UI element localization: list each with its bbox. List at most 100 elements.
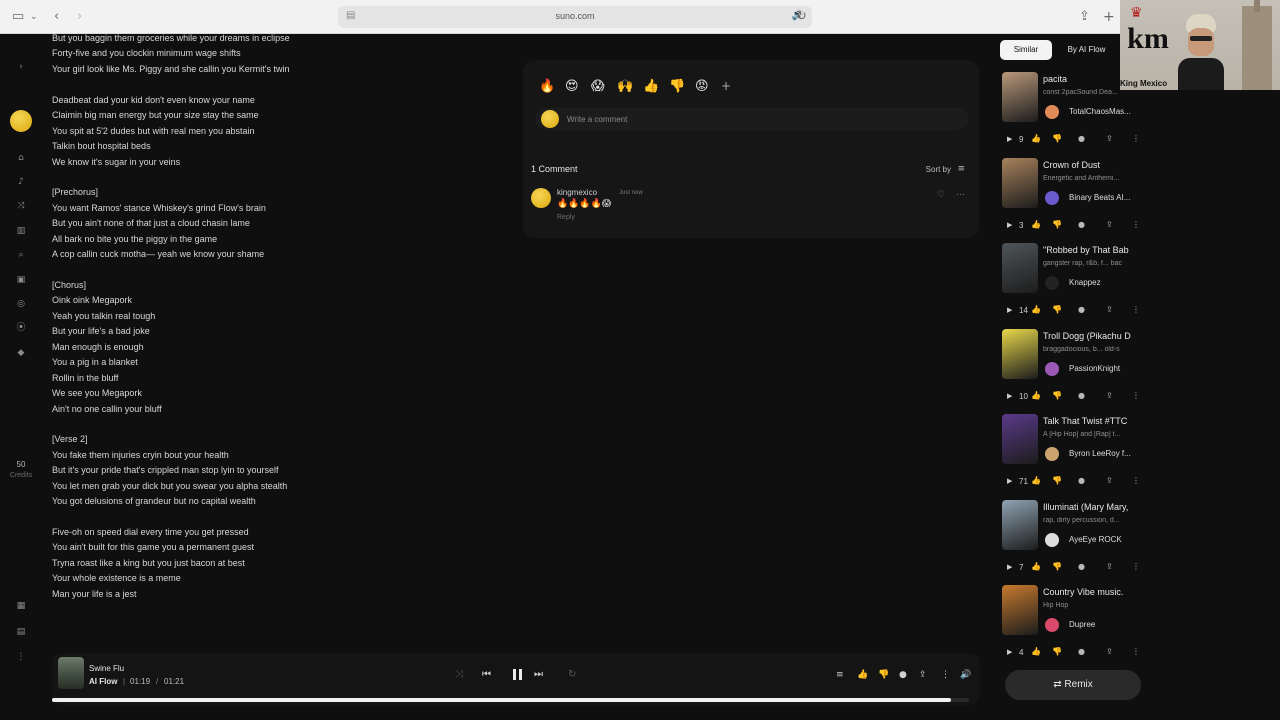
like-icon[interactable]: 👍 [1031,647,1041,656]
queue-icon[interactable]: ≡ [836,669,844,681]
avatar[interactable] [1045,191,1059,205]
more-icon[interactable]: ⋮ [1132,647,1140,656]
avatar[interactable] [1045,105,1059,119]
dislike-icon[interactable]: 👎 [1052,476,1062,485]
song-cover[interactable] [1002,500,1038,550]
gift-icon[interactable]: ▦ [14,599,28,613]
create-icon[interactable]: ♪ [14,175,28,189]
notifications-icon[interactable]: ◆ [14,346,28,360]
document-icon[interactable]: ▤ [14,625,28,639]
song-title[interactable]: Troll Dogg (Pikachu D [1043,331,1148,341]
share-icon[interactable]: ⇪ [1106,134,1113,143]
next-icon[interactable]: ⏭ [534,668,543,682]
avatar[interactable] [1045,447,1059,461]
shuffle-icon[interactable]: ⤨ [455,668,463,682]
share-icon[interactable]: ⇪ [1106,391,1113,400]
song-card[interactable]: Talk That Twist #TTC A [Hip Hop] and [Rap… [1002,414,1148,500]
comment-icon[interactable]: ● [1078,562,1085,571]
song-card[interactable]: Illuminati (Mary Mary, rap, dirty percuss… [1002,500,1148,586]
dislike-icon[interactable]: 👎 [1052,134,1062,143]
like-icon[interactable]: 👍 [1031,305,1041,314]
song-artist[interactable]: PassionKnight [1069,364,1149,373]
new-tab-icon[interactable]: + [1103,9,1115,25]
track-title[interactable]: Swine Flu [89,664,124,673]
reaction-button[interactable]: 😍 [565,77,591,97]
chevron-down-icon[interactable]: ⌄ [30,9,38,25]
share-icon[interactable]: ⇪ [919,669,927,681]
cover-art[interactable] [58,657,84,689]
song-cover[interactable] [1002,243,1038,293]
pause-button[interactable] [511,668,523,682]
song-cover[interactable] [1002,329,1038,379]
address-bar[interactable]: ▤ suno.com 🔊 [338,6,812,28]
song-card[interactable]: "Robbed by That Bab gangster rap, r&b, f.… [1002,243,1148,329]
repeat-icon[interactable]: ↻ [568,668,576,682]
reaction-button[interactable]: 🙌 [617,77,643,97]
comment-icon[interactable]: ● [1078,134,1085,143]
like-icon[interactable]: 👍 [1031,562,1041,571]
song-artist[interactable]: Dupree [1069,620,1149,629]
play-icon[interactable]: ▶ [1007,135,1012,143]
more-icon[interactable]: ⋮ [1132,391,1140,400]
song-artist[interactable]: Knappez [1069,278,1149,287]
previous-icon[interactable]: ⏮ [482,668,491,682]
tab-by-artist[interactable]: By AI Flow [1058,40,1115,60]
avatar[interactable] [10,110,32,132]
more-icon[interactable]: ⋮ [1132,134,1140,143]
hooks-icon[interactable]: ▣ [14,273,28,287]
progress-bar[interactable] [52,698,969,702]
like-icon[interactable]: 👍 [1031,391,1041,400]
song-title[interactable]: Country Vibe music. [1043,587,1148,597]
song-artist[interactable]: Byron LeeRoy f... [1069,449,1149,458]
tab-similar[interactable]: Similar [1000,40,1052,60]
sort-icon[interactable]: ≡ [957,164,965,174]
more-icon[interactable]: ⋮ [1132,220,1140,229]
reaction-button[interactable]: 👎 [669,77,695,97]
song-cover[interactable] [1002,585,1038,635]
reaction-button[interactable]: 🔥 [539,77,565,97]
share-icon[interactable]: ⇪ [1106,476,1113,485]
song-card[interactable]: Country Vibe music. Hip Hop Dupree ▶ 4 👍 👎 ● ⇪ ⋮ [1002,585,1148,671]
song-title[interactable]: Illuminati (Mary Mary, [1043,502,1148,512]
dislike-icon[interactable]: 👎 [878,669,889,681]
dislike-icon[interactable]: 👎 [1052,220,1062,229]
radio-icon[interactable]: ⦿ [14,321,28,335]
reaction-button[interactable]: 😡 [695,77,721,97]
more-icon[interactable]: ⋮ [941,669,950,681]
play-icon[interactable]: ▶ [1007,221,1012,229]
back-icon[interactable]: ‹ [54,9,59,25]
song-title[interactable]: "Robbed by That Bab [1043,245,1148,255]
play-icon[interactable]: ▶ [1007,392,1012,400]
heart-icon[interactable]: ♡ [937,190,945,200]
dislike-icon[interactable]: 👎 [1052,305,1062,314]
song-artist[interactable]: TotalChaosMas... [1069,107,1149,116]
avatar[interactable] [1045,362,1059,376]
comment-icon[interactable]: ● [1078,647,1085,656]
sort-by-button[interactable]: Sort by [926,165,951,174]
home-icon[interactable]: ⌂ [14,151,28,165]
play-icon[interactable]: ▶ [1007,563,1012,571]
comment-icon[interactable]: ● [1078,391,1085,400]
like-icon[interactable]: 👍 [857,669,868,681]
track-artist[interactable]: AI Flow [89,677,117,686]
share-icon[interactable]: ⇪ [1106,220,1113,229]
comment-input[interactable] [567,111,947,127]
sidebar-toggle-icon[interactable]: ▭ [12,9,24,25]
reaction-button[interactable]: 👍 [643,77,669,97]
song-title[interactable]: Crown of Dust [1043,160,1148,170]
more-icon[interactable]: ⋮ [1132,305,1140,314]
comment-username[interactable]: kingmexico [557,188,597,197]
avatar[interactable] [531,188,551,208]
studio-icon[interactable]: ⤨ [14,199,28,213]
reload-icon[interactable]: ↻ [796,9,807,25]
play-icon[interactable]: ▶ [1007,306,1012,314]
more-icon[interactable]: ⋮ [1132,476,1140,485]
play-icon[interactable]: ▶ [1007,477,1012,485]
comment-icon[interactable]: ● [1078,476,1085,485]
play-icon[interactable]: ▶ [1007,648,1012,656]
like-icon[interactable]: 👍 [1031,476,1041,485]
comment-icon[interactable]: ● [1078,220,1085,229]
comment-icon[interactable]: ● [1078,305,1085,314]
share-icon[interactable]: ⇪ [1106,562,1113,571]
dislike-icon[interactable]: 👎 [1052,562,1062,571]
